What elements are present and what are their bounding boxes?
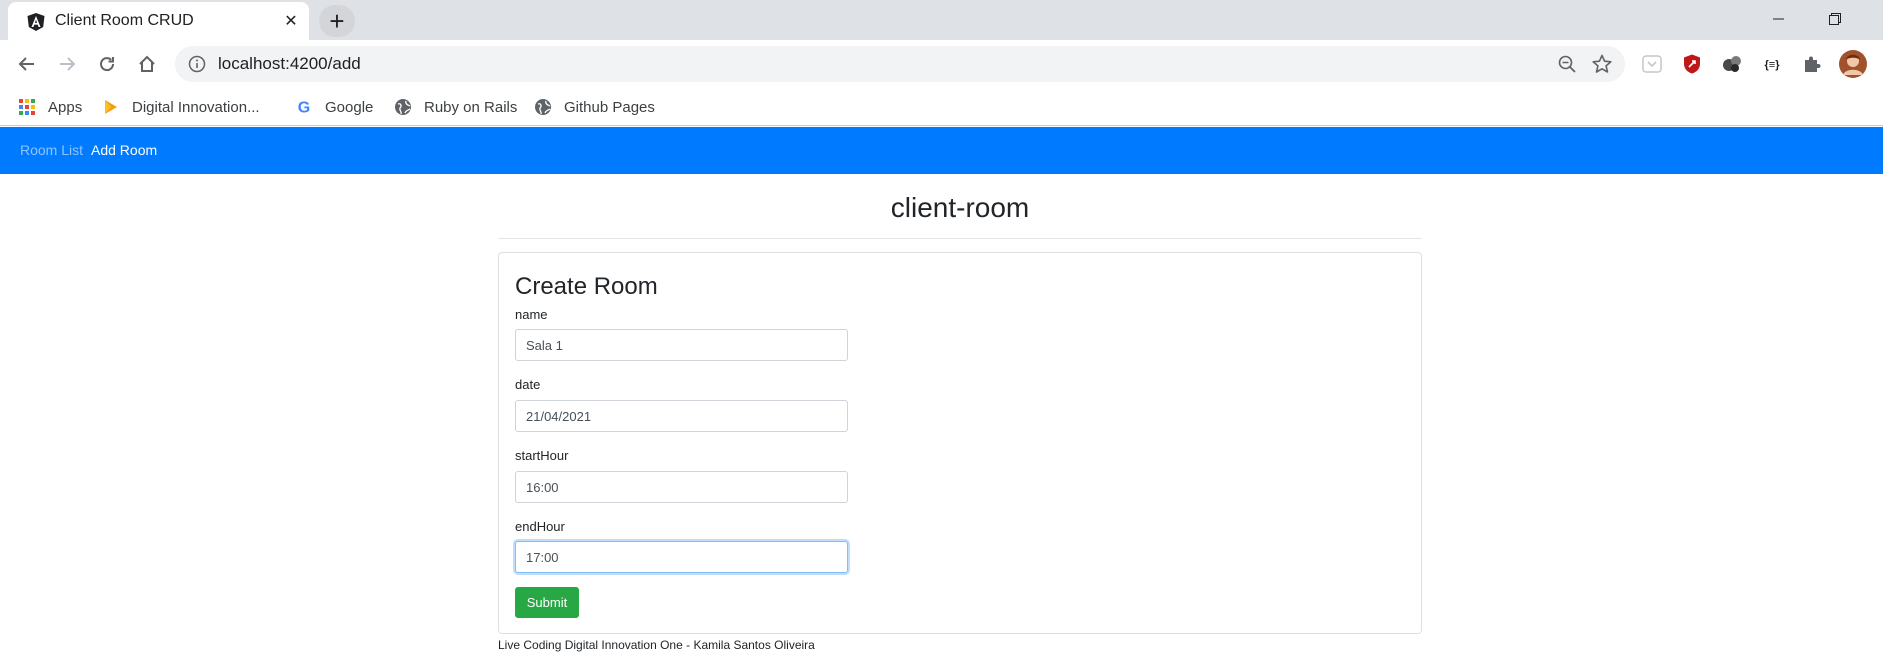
name-input[interactable] — [515, 329, 848, 361]
globe-icon — [534, 98, 552, 116]
app-navbar: Room List Add Room — [0, 127, 1883, 174]
forward-arrow-icon[interactable] — [53, 50, 81, 78]
bookmark-label: Ruby on Rails — [424, 98, 518, 116]
start-hour-input[interactable] — [515, 471, 848, 503]
end-hour-input[interactable] — [515, 541, 848, 573]
form-heading: Create Room — [515, 273, 658, 300]
close-tab-icon[interactable]: ✕ — [281, 11, 301, 31]
tab-title: Client Room CRUD — [55, 12, 194, 29]
pocket-extension-icon[interactable] — [1641, 53, 1663, 75]
bookmark-label: Google — [325, 98, 374, 116]
bookmark-star-icon[interactable] — [1591, 53, 1613, 75]
minimize-window-icon[interactable] — [1760, 6, 1796, 32]
page-title: client-room — [890, 192, 1030, 223]
bookmark-apps[interactable]: Apps — [18, 97, 82, 117]
bookmarks-bar: Apps Digital Innovation... G Google Ruby… — [0, 88, 1883, 126]
mcafee-shield-icon[interactable] — [1681, 53, 1703, 75]
bookmark-label: Github Pages — [564, 98, 655, 116]
home-icon[interactable] — [133, 50, 161, 78]
url-text: localhost:4200/add — [218, 54, 361, 73]
nav-link-add-room[interactable]: Add Room — [91, 142, 157, 158]
create-room-card: Create Room name date startHour endHour … — [498, 252, 1422, 634]
spheres-extension-icon[interactable] — [1721, 53, 1743, 75]
browser-tab-strip: Client Room CRUD ✕ + — [0, 0, 1883, 40]
bookmark-label: Digital Innovation... — [132, 98, 260, 116]
new-tab-button[interactable]: + — [319, 5, 355, 37]
profile-avatar[interactable] — [1838, 49, 1868, 79]
svg-text:G: G — [298, 100, 310, 117]
globe-icon — [394, 98, 412, 116]
end-hour-label: endHour — [515, 519, 565, 534]
bookmark-google[interactable]: G Google — [295, 97, 374, 117]
title-divider — [498, 238, 1422, 239]
address-bar[interactable]: localhost:4200/add — [175, 46, 1625, 82]
browser-toolbar: localhost:4200/add {≡} — [0, 40, 1883, 88]
apps-grid-icon — [18, 98, 36, 116]
bookmark-label: Apps — [48, 98, 83, 116]
start-hour-label: startHour — [515, 448, 569, 463]
date-input[interactable] — [515, 400, 848, 432]
angular-icon — [26, 12, 46, 32]
submit-button[interactable]: Submit — [515, 587, 579, 618]
dio-icon — [102, 98, 120, 116]
bookmark-ruby-on-rails[interactable]: Ruby on Rails — [394, 97, 517, 117]
google-icon: G — [295, 98, 313, 117]
extensions-puzzle-icon[interactable] — [1801, 53, 1823, 75]
svg-text:{≡}: {≡} — [1765, 59, 1781, 71]
bookmark-github-pages[interactable]: Github Pages — [534, 97, 655, 117]
zoom-out-icon[interactable] — [1557, 54, 1577, 74]
site-info-icon[interactable] — [188, 55, 206, 73]
bookmark-digital-innovation[interactable]: Digital Innovation... — [102, 97, 260, 117]
footer-text: Live Coding Digital Innovation One - Kam… — [498, 638, 815, 652]
browser-tab[interactable]: Client Room CRUD ✕ — [8, 2, 309, 40]
date-label: date — [515, 377, 541, 392]
name-label: name — [515, 307, 548, 322]
reload-icon[interactable] — [93, 50, 121, 78]
nav-link-room-list[interactable]: Room List — [20, 142, 83, 158]
back-arrow-icon[interactable] — [13, 50, 41, 78]
json-viewer-icon[interactable]: {≡} — [1761, 53, 1783, 75]
restore-window-icon[interactable] — [1816, 6, 1852, 32]
